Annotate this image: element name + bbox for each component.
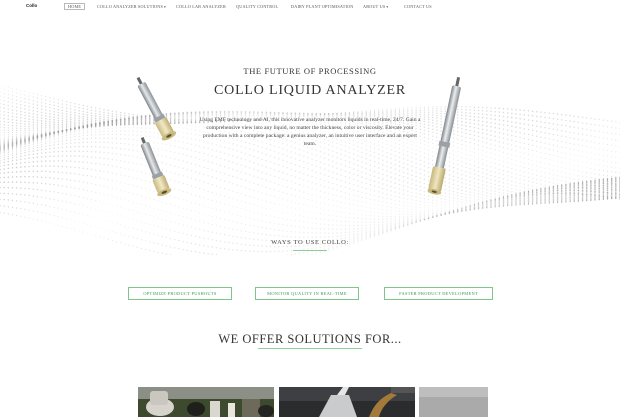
hero-title: Collo Liquid Analyzer bbox=[214, 83, 406, 98]
dairy-solution-card-image[interactable] bbox=[138, 387, 274, 417]
nav-item-collo-lab-analyzer[interactable]: Collo Lab Analyzer bbox=[176, 4, 226, 9]
chevron-down-icon: ▾ bbox=[164, 5, 166, 9]
nav-item-about-us[interactable]: About Us▾ bbox=[363, 4, 388, 9]
faster-product-development-button[interactable]: Faster product development bbox=[384, 287, 493, 300]
nav-item-home[interactable]: Home bbox=[64, 3, 86, 10]
nav-item-label: Dairy Plant Optimisation bbox=[291, 4, 354, 9]
industrial-solution-card-image[interactable] bbox=[419, 387, 488, 417]
nav-item-label: Contact Us bbox=[404, 4, 432, 9]
hero-eyebrow: The Future of Processing bbox=[243, 66, 377, 76]
nav-item-label: Quality Control bbox=[236, 4, 279, 9]
site-logo[interactable]: Collo bbox=[26, 3, 37, 8]
wave-dots-group bbox=[0, 84, 620, 255]
hero-description: Using EMF technology and AI, this innova… bbox=[199, 117, 421, 147]
nav-item-contact-us[interactable]: Contact Us bbox=[404, 4, 432, 9]
top-navigation: Collo Home Collo Analyzer Solutions▾ Col… bbox=[0, 0, 620, 14]
nav-item-dairy-plant-optimisation[interactable]: Dairy Plant Optimisation bbox=[291, 4, 354, 9]
nav-item-label: Home bbox=[68, 4, 82, 9]
beverage-solution-card-image[interactable] bbox=[279, 387, 415, 417]
nav-item-label: Collo Analyzer Solutions bbox=[97, 4, 164, 9]
optimize-product-pushouts-button[interactable]: Optimize product pushouts bbox=[128, 287, 232, 300]
ways-section-title: Ways to use Collo: bbox=[271, 239, 349, 246]
nav-item-label: About Us bbox=[363, 4, 386, 9]
liquid-analyzer-probe-image bbox=[140, 136, 172, 197]
nav-item-quality-control[interactable]: Quality Control bbox=[236, 4, 278, 9]
nav-item-collo-analyzer-solutions[interactable]: Collo Analyzer Solutions▾ bbox=[97, 4, 166, 9]
liquid-analyzer-probe-image bbox=[427, 76, 461, 195]
section-divider bbox=[258, 348, 362, 349]
chevron-down-icon: ▾ bbox=[386, 5, 389, 9]
hero-section: The Future of Processing Collo Liquid An… bbox=[0, 40, 620, 255]
section-divider bbox=[293, 250, 327, 251]
monitor-quality-button[interactable]: Monitor quality in real-time bbox=[255, 287, 359, 300]
nav-item-label: Collo Lab Analyzer bbox=[176, 4, 226, 9]
solutions-section-title: We offer solutions for... bbox=[218, 332, 402, 346]
